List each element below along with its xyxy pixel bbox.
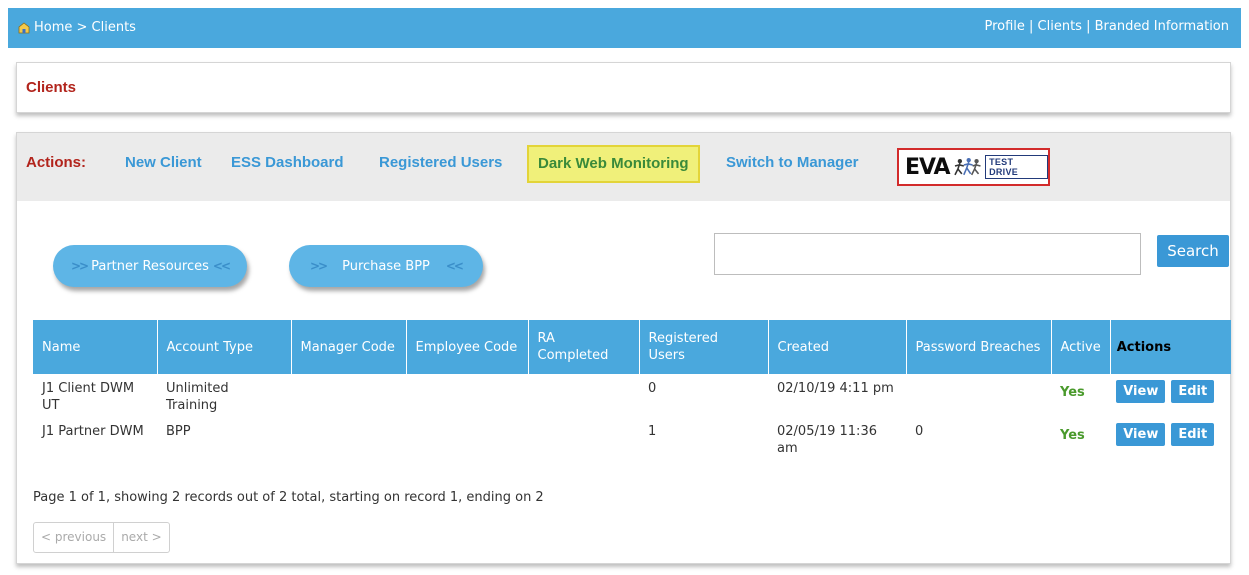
cell-account-type: BPP [166, 424, 191, 439]
cell-password-breaches: 0 [915, 424, 924, 439]
arrows-right-icon: >> [71, 259, 89, 273]
table-header-row: Name Account Type Manager Code Employee … [33, 320, 1231, 374]
clients-table: Name Account Type Manager Code Employee … [33, 320, 1231, 460]
purchase-bpp-button[interactable]: >> Purchase BPP << [289, 245, 483, 287]
actions-bar: Actions: New Client ESS Dashboard Regist… [17, 133, 1230, 201]
cell-active: Yes [1060, 428, 1085, 443]
link-separator: | [1086, 19, 1091, 34]
arrows-left-icon: << [212, 259, 231, 273]
edit-button[interactable]: Edit [1171, 423, 1215, 446]
clients-header-panel: Clients [16, 62, 1231, 113]
previous-page-button[interactable]: < previous [34, 523, 113, 552]
cell-ra-completed [528, 417, 639, 460]
top-bar: Home > Clients Profile | Clients | Brand… [8, 8, 1241, 48]
clients-link[interactable]: Clients [1038, 19, 1082, 34]
search-input[interactable] [714, 233, 1141, 275]
pagination: < previous next > [33, 522, 170, 553]
new-client-link[interactable]: New Client [125, 154, 202, 171]
link-separator: | [1029, 19, 1034, 34]
cell-employee-code [406, 374, 528, 417]
registered-users-link[interactable]: Registered Users [379, 154, 502, 171]
header-account-type[interactable]: Account Type [157, 320, 292, 374]
cell-manager-code [291, 374, 406, 417]
page-title: Clients [26, 79, 77, 96]
branded-information-link[interactable]: Branded Information [1095, 19, 1229, 34]
profile-link[interactable]: Profile [984, 19, 1024, 34]
eva-test-drive-badge[interactable]: EVA TEST DRIVE [897, 148, 1050, 186]
breadcrumb: Home > Clients [18, 20, 136, 35]
edit-button[interactable]: Edit [1171, 380, 1215, 403]
header-active[interactable]: Active [1051, 320, 1111, 374]
view-button[interactable]: View [1116, 423, 1166, 446]
table-row: J1 Partner DWM BPP 1 02/05/19 11:36 am 0… [33, 417, 1231, 460]
switch-to-manager-link[interactable]: Switch to Manager [726, 154, 859, 171]
ess-dashboard-link[interactable]: ESS Dashboard [231, 154, 344, 171]
arrows-right-icon: >> [310, 259, 328, 273]
cell-employee-code [406, 417, 528, 460]
cell-name: J1 Partner DWM [42, 424, 144, 439]
cell-created: 02/05/19 11:36 am [777, 424, 877, 456]
actions-label: Actions: [26, 154, 86, 171]
pagination-summary: Page 1 of 1, showing 2 records out of 2 … [33, 490, 544, 505]
home-icon [18, 21, 30, 33]
header-password-breaches[interactable]: Password Breaches [906, 320, 1052, 374]
cell-actions: View Edit [1110, 417, 1231, 460]
view-button[interactable]: View [1116, 380, 1166, 403]
runners-icon [953, 157, 981, 176]
cell-active: Yes [1060, 385, 1085, 400]
cell-created: 02/10/19 4:11 pm [777, 381, 894, 396]
header-manager-code[interactable]: Manager Code [291, 320, 407, 374]
table-row: J1 Client DWM UT Unlimited Training 0 02… [33, 374, 1231, 417]
header-registered-users[interactable]: Registered Users [639, 320, 769, 374]
cell-manager-code [291, 417, 406, 460]
next-page-button[interactable]: next > [113, 523, 168, 552]
cell-registered-users: 0 [648, 381, 657, 396]
header-employee-code[interactable]: Employee Code [406, 320, 529, 374]
header-name[interactable]: Name [33, 320, 158, 374]
cell-name: J1 Client DWM UT [42, 381, 135, 413]
clients-panel: Actions: New Client ESS Dashboard Regist… [16, 132, 1231, 564]
cell-ra-completed [528, 374, 639, 417]
purchase-bpp-label: Purchase BPP [342, 258, 430, 274]
partner-resources-button[interactable]: >> Partner Resources << [53, 245, 247, 287]
header-created[interactable]: Created [768, 320, 907, 374]
cell-account-type: Unlimited Training [166, 381, 229, 413]
search-button[interactable]: Search [1157, 235, 1229, 267]
partner-resources-label: Partner Resources [91, 258, 209, 274]
top-links: Profile | Clients | Branded Information [984, 19, 1229, 34]
breadcrumb-text[interactable]: Home > Clients [34, 20, 136, 35]
dark-web-monitoring-link[interactable]: Dark Web Monitoring [527, 145, 700, 183]
header-actions: Actions [1110, 320, 1231, 374]
cell-password-breaches [906, 374, 1051, 417]
cell-actions: View Edit [1110, 374, 1231, 417]
arrows-left-icon: << [445, 259, 464, 273]
test-drive-tag: TEST DRIVE [985, 155, 1048, 179]
cell-registered-users: 1 [648, 424, 657, 439]
header-ra-completed[interactable]: RA Completed [528, 320, 640, 374]
eva-logo-text: EVA [905, 154, 951, 180]
